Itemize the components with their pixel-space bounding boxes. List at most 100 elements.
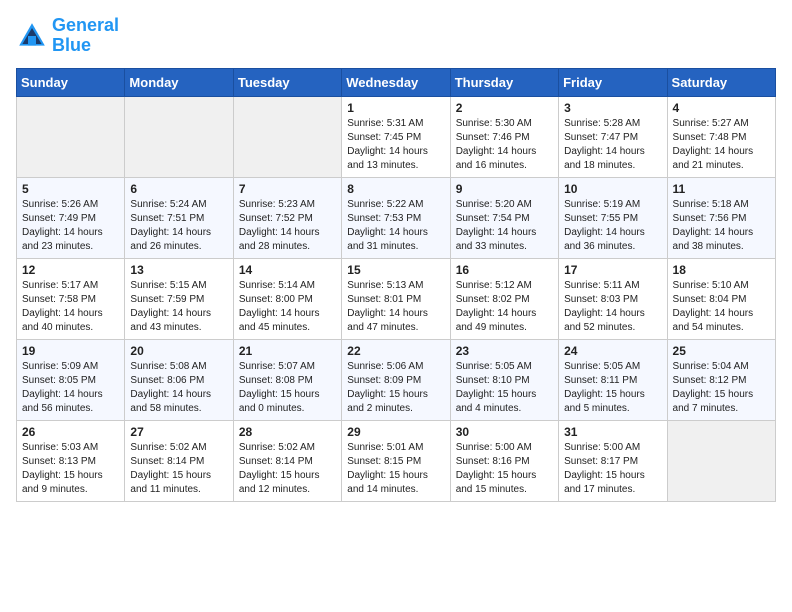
calendar-cell: 10 Sunrise: 5:19 AM Sunset: 7:55 PM Dayli… [559,177,667,258]
day-number: 30 [456,425,553,439]
calendar-cell: 7 Sunrise: 5:23 AM Sunset: 7:52 PM Daylig… [233,177,341,258]
day-number: 22 [347,344,444,358]
calendar-cell: 4 Sunrise: 5:27 AM Sunset: 7:48 PM Daylig… [667,96,775,177]
calendar-cell: 14 Sunrise: 5:14 AM Sunset: 8:00 PM Dayli… [233,258,341,339]
calendar-cell: 23 Sunrise: 5:05 AM Sunset: 8:10 PM Dayli… [450,339,558,420]
day-info: Sunrise: 5:27 AM Sunset: 7:48 PM Dayligh… [673,117,770,173]
calendar-cell [125,96,233,177]
day-info: Sunrise: 5:20 AM Sunset: 7:54 PM Dayligh… [456,198,553,254]
day-number: 21 [239,344,336,358]
week-row-4: 19Sunrise: 5:09 AM Sunset: 8:05 PM Dayli… [17,339,776,420]
calendar-cell: 25Sunrise: 5:04 AM Sunset: 8:12 PM Dayli… [667,339,775,420]
day-number: 24 [564,344,661,358]
calendar-cell: 12 Sunrise: 5:17 AM Sunset: 7:58 PM Dayli… [17,258,125,339]
day-info: Sunrise: 5:13 AM Sunset: 8:01 PM Dayligh… [347,279,444,335]
calendar-cell: 21 Sunrise: 5:07 AM Sunset: 8:08 PM Dayli… [233,339,341,420]
day-number: 2 [456,101,553,115]
weekday-header-tuesday: Tuesday [233,68,341,96]
day-info: Sunrise: 5:31 AM Sunset: 7:45 PM Dayligh… [347,117,444,173]
weekday-header-saturday: Saturday [667,68,775,96]
day-info: Sunrise: 5:28 AM Sunset: 7:47 PM Dayligh… [564,117,661,173]
day-number: 3 [564,101,661,115]
day-number: 28 [239,425,336,439]
weekday-header-friday: Friday [559,68,667,96]
day-number: 6 [130,182,227,196]
day-number: 13 [130,263,227,277]
calendar-cell: 15 Sunrise: 5:13 AM Sunset: 8:01 PM Dayli… [342,258,450,339]
week-row-3: 12 Sunrise: 5:17 AM Sunset: 7:58 PM Dayli… [17,258,776,339]
calendar-cell [667,420,775,501]
day-number: 1 [347,101,444,115]
calendar-cell: 16 Sunrise: 5:12 AM Sunset: 8:02 PM Dayli… [450,258,558,339]
day-info: Sunrise: 5:09 AM Sunset: 8:05 PM Dayligh… [22,360,119,416]
day-number: 29 [347,425,444,439]
calendar-cell [233,96,341,177]
calendar-cell [17,96,125,177]
day-info: Sunrise: 5:03 AM Sunset: 8:13 PM Dayligh… [22,441,119,497]
calendar-cell: 13 Sunrise: 5:15 AM Sunset: 7:59 PM Dayli… [125,258,233,339]
day-number: 20 [130,344,227,358]
calendar-cell: 5 Sunrise: 5:26 AM Sunset: 7:49 PM Daylig… [17,177,125,258]
calendar-cell: 1 Sunrise: 5:31 AM Sunset: 7:45 PM Daylig… [342,96,450,177]
logo-icon [16,20,48,52]
calendar-cell: 17 Sunrise: 5:11 AM Sunset: 8:03 PM Dayli… [559,258,667,339]
day-number: 11 [673,182,770,196]
day-number: 4 [673,101,770,115]
day-info: Sunrise: 5:23 AM Sunset: 7:52 PM Dayligh… [239,198,336,254]
day-info: Sunrise: 5:10 AM Sunset: 8:04 PM Dayligh… [673,279,770,335]
calendar-cell: 26 Sunrise: 5:03 AM Sunset: 8:13 PM Dayli… [17,420,125,501]
calendar-cell: 2 Sunrise: 5:30 AM Sunset: 7:46 PM Daylig… [450,96,558,177]
calendar-cell: 9 Sunrise: 5:20 AM Sunset: 7:54 PM Daylig… [450,177,558,258]
day-number: 23 [456,344,553,358]
page-header: General Blue [16,16,776,56]
weekday-header-row: SundayMondayTuesdayWednesdayThursdayFrid… [17,68,776,96]
day-info: Sunrise: 5:30 AM Sunset: 7:46 PM Dayligh… [456,117,553,173]
calendar-cell: 11Sunrise: 5:18 AM Sunset: 7:56 PM Dayli… [667,177,775,258]
day-number: 16 [456,263,553,277]
day-number: 14 [239,263,336,277]
day-number: 15 [347,263,444,277]
weekday-header-sunday: Sunday [17,68,125,96]
week-row-5: 26 Sunrise: 5:03 AM Sunset: 8:13 PM Dayli… [17,420,776,501]
day-info: Sunrise: 5:08 AM Sunset: 8:06 PM Dayligh… [130,360,227,416]
week-row-1: 1 Sunrise: 5:31 AM Sunset: 7:45 PM Daylig… [17,96,776,177]
calendar-cell: 29Sunrise: 5:01 AM Sunset: 8:15 PM Dayli… [342,420,450,501]
calendar-table: SundayMondayTuesdayWednesdayThursdayFrid… [16,68,776,502]
calendar-cell: 22 Sunrise: 5:06 AM Sunset: 8:09 PM Dayli… [342,339,450,420]
day-number: 27 [130,425,227,439]
calendar-cell: 24 Sunrise: 5:05 AM Sunset: 8:11 PM Dayli… [559,339,667,420]
day-info: Sunrise: 5:14 AM Sunset: 8:00 PM Dayligh… [239,279,336,335]
day-info: Sunrise: 5:04 AM Sunset: 8:12 PM Dayligh… [673,360,770,416]
calendar-cell: 6 Sunrise: 5:24 AM Sunset: 7:51 PM Daylig… [125,177,233,258]
calendar-cell: 27 Sunrise: 5:02 AM Sunset: 8:14 PM Dayli… [125,420,233,501]
logo-text: General Blue [52,16,119,56]
day-info: Sunrise: 5:19 AM Sunset: 7:55 PM Dayligh… [564,198,661,254]
day-number: 7 [239,182,336,196]
calendar-cell: 18Sunrise: 5:10 AM Sunset: 8:04 PM Dayli… [667,258,775,339]
day-info: Sunrise: 5:11 AM Sunset: 8:03 PM Dayligh… [564,279,661,335]
day-number: 26 [22,425,119,439]
calendar-cell: 20 Sunrise: 5:08 AM Sunset: 8:06 PM Dayli… [125,339,233,420]
day-number: 10 [564,182,661,196]
day-number: 12 [22,263,119,277]
day-info: Sunrise: 5:17 AM Sunset: 7:58 PM Dayligh… [22,279,119,335]
day-number: 9 [456,182,553,196]
day-info: Sunrise: 5:12 AM Sunset: 8:02 PM Dayligh… [456,279,553,335]
day-info: Sunrise: 5:26 AM Sunset: 7:49 PM Dayligh… [22,198,119,254]
calendar-cell: 19Sunrise: 5:09 AM Sunset: 8:05 PM Dayli… [17,339,125,420]
day-info: Sunrise: 5:05 AM Sunset: 8:11 PM Dayligh… [564,360,661,416]
day-info: Sunrise: 5:07 AM Sunset: 8:08 PM Dayligh… [239,360,336,416]
day-info: Sunrise: 5:24 AM Sunset: 7:51 PM Dayligh… [130,198,227,254]
day-info: Sunrise: 5:15 AM Sunset: 7:59 PM Dayligh… [130,279,227,335]
day-number: 8 [347,182,444,196]
day-number: 5 [22,182,119,196]
day-info: Sunrise: 5:02 AM Sunset: 8:14 PM Dayligh… [130,441,227,497]
weekday-header-thursday: Thursday [450,68,558,96]
day-info: Sunrise: 5:05 AM Sunset: 8:10 PM Dayligh… [456,360,553,416]
day-info: Sunrise: 5:00 AM Sunset: 8:17 PM Dayligh… [564,441,661,497]
day-number: 17 [564,263,661,277]
day-info: Sunrise: 5:06 AM Sunset: 8:09 PM Dayligh… [347,360,444,416]
calendar-cell: 30Sunrise: 5:00 AM Sunset: 8:16 PM Dayli… [450,420,558,501]
calendar-cell: 31Sunrise: 5:00 AM Sunset: 8:17 PM Dayli… [559,420,667,501]
calendar-cell: 8Sunrise: 5:22 AM Sunset: 7:53 PM Daylig… [342,177,450,258]
